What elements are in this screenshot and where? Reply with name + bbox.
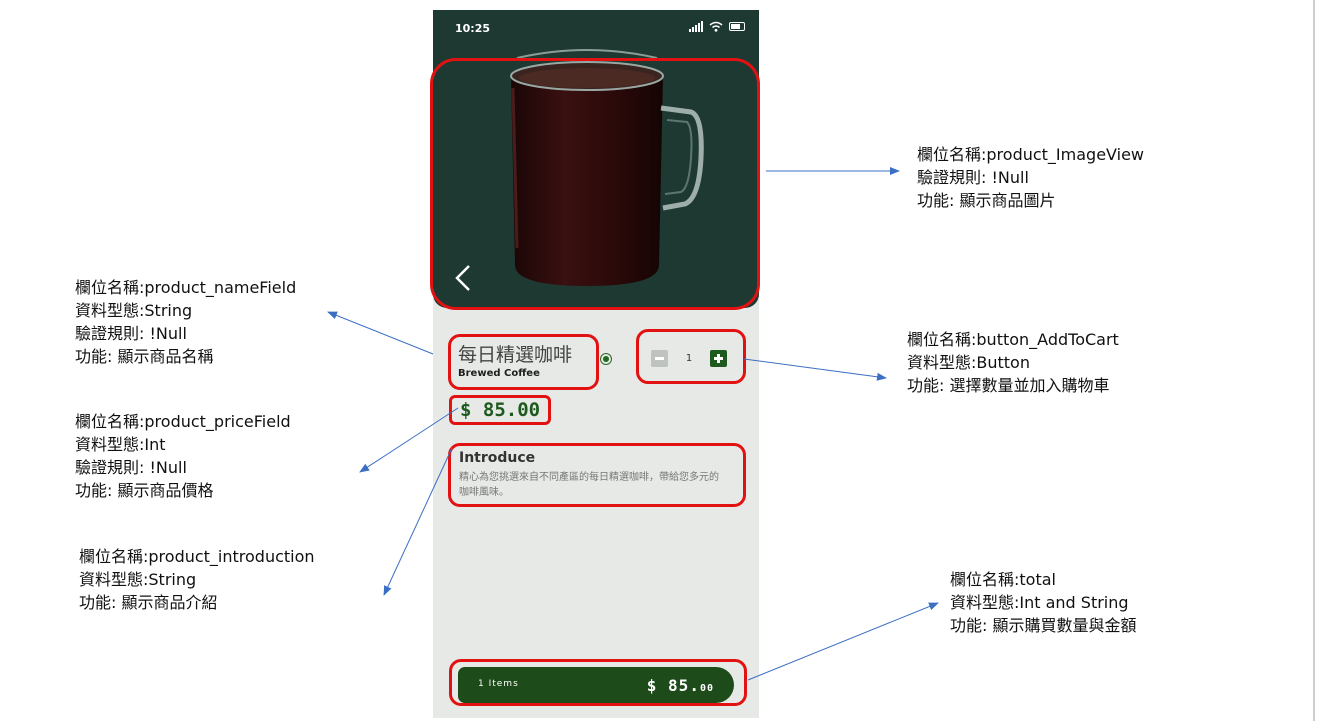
note-price-field: 欄位名稱:product_priceField 資料型態:Int 驗證規則: !… — [75, 412, 291, 500]
note-introduction: 欄位名稱:product_introduction 資料型態:String 功能… — [79, 547, 315, 612]
note-add-to-cart: 欄位名稱:button_AddToCart 資料型態:Button 功能: 選擇… — [907, 330, 1119, 395]
arrow-add-to-cart — [743, 358, 887, 381]
arrow-name-field — [327, 311, 434, 355]
note-total: 欄位名稱:total 資料型態:Int and String 功能: 顯示購買數… — [950, 570, 1137, 635]
arrow-introduction — [383, 447, 453, 596]
arrow-total — [747, 602, 939, 681]
note-image-view: 欄位名稱:product_ImageView 驗證規則: !Null 功能: 顯… — [917, 145, 1145, 210]
note-name-field: 欄位名稱:product_nameField 資料型態:String 驗證規則:… — [75, 278, 297, 366]
arrow-price-field — [359, 407, 459, 473]
